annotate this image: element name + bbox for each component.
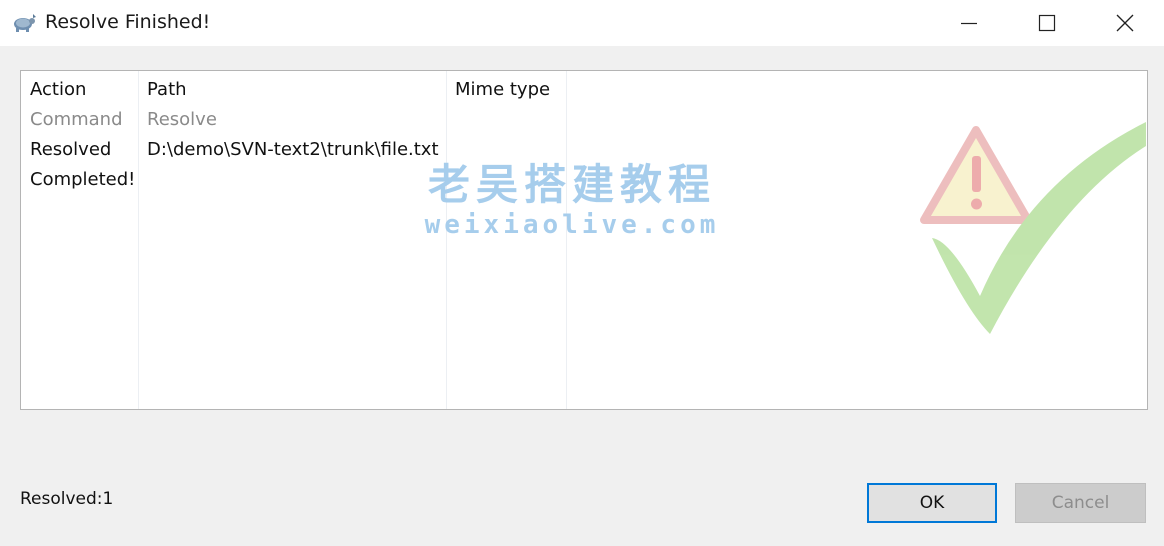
row-path[interactable]: D:\demo\SVN-text2\trunk\file.txt [147,139,439,160]
column-separator [138,71,139,409]
row-path[interactable]: Resolve [147,109,217,130]
column-header-path[interactable]: Path [147,79,187,100]
column-header-action[interactable]: Action [30,79,86,100]
maximize-icon [1038,14,1056,32]
tortoise-svn-icon [14,14,36,32]
minimize-button[interactable] [930,0,1008,46]
title-bar: Resolve Finished! [0,0,1164,46]
maximize-button[interactable] [1008,0,1086,46]
status-text: Resolved:1 [20,489,114,509]
window-title: Resolve Finished! [45,11,211,33]
column-separator [446,71,447,409]
cancel-button[interactable]: Cancel [1015,483,1146,523]
minimize-icon [961,22,977,25]
close-icon [1116,14,1134,32]
resolve-finished-dialog: Resolve Finished! Action Path Mime type [0,0,1164,546]
row-action[interactable]: Command [30,109,123,130]
column-separator [566,71,567,409]
row-action[interactable]: Resolved [30,139,111,160]
ok-button[interactable]: OK [867,483,997,523]
success-check-warning-icon [920,122,1146,334]
close-button[interactable] [1086,0,1164,46]
row-action[interactable]: Completed! [30,169,135,190]
column-header-mime-type[interactable]: Mime type [455,79,550,100]
